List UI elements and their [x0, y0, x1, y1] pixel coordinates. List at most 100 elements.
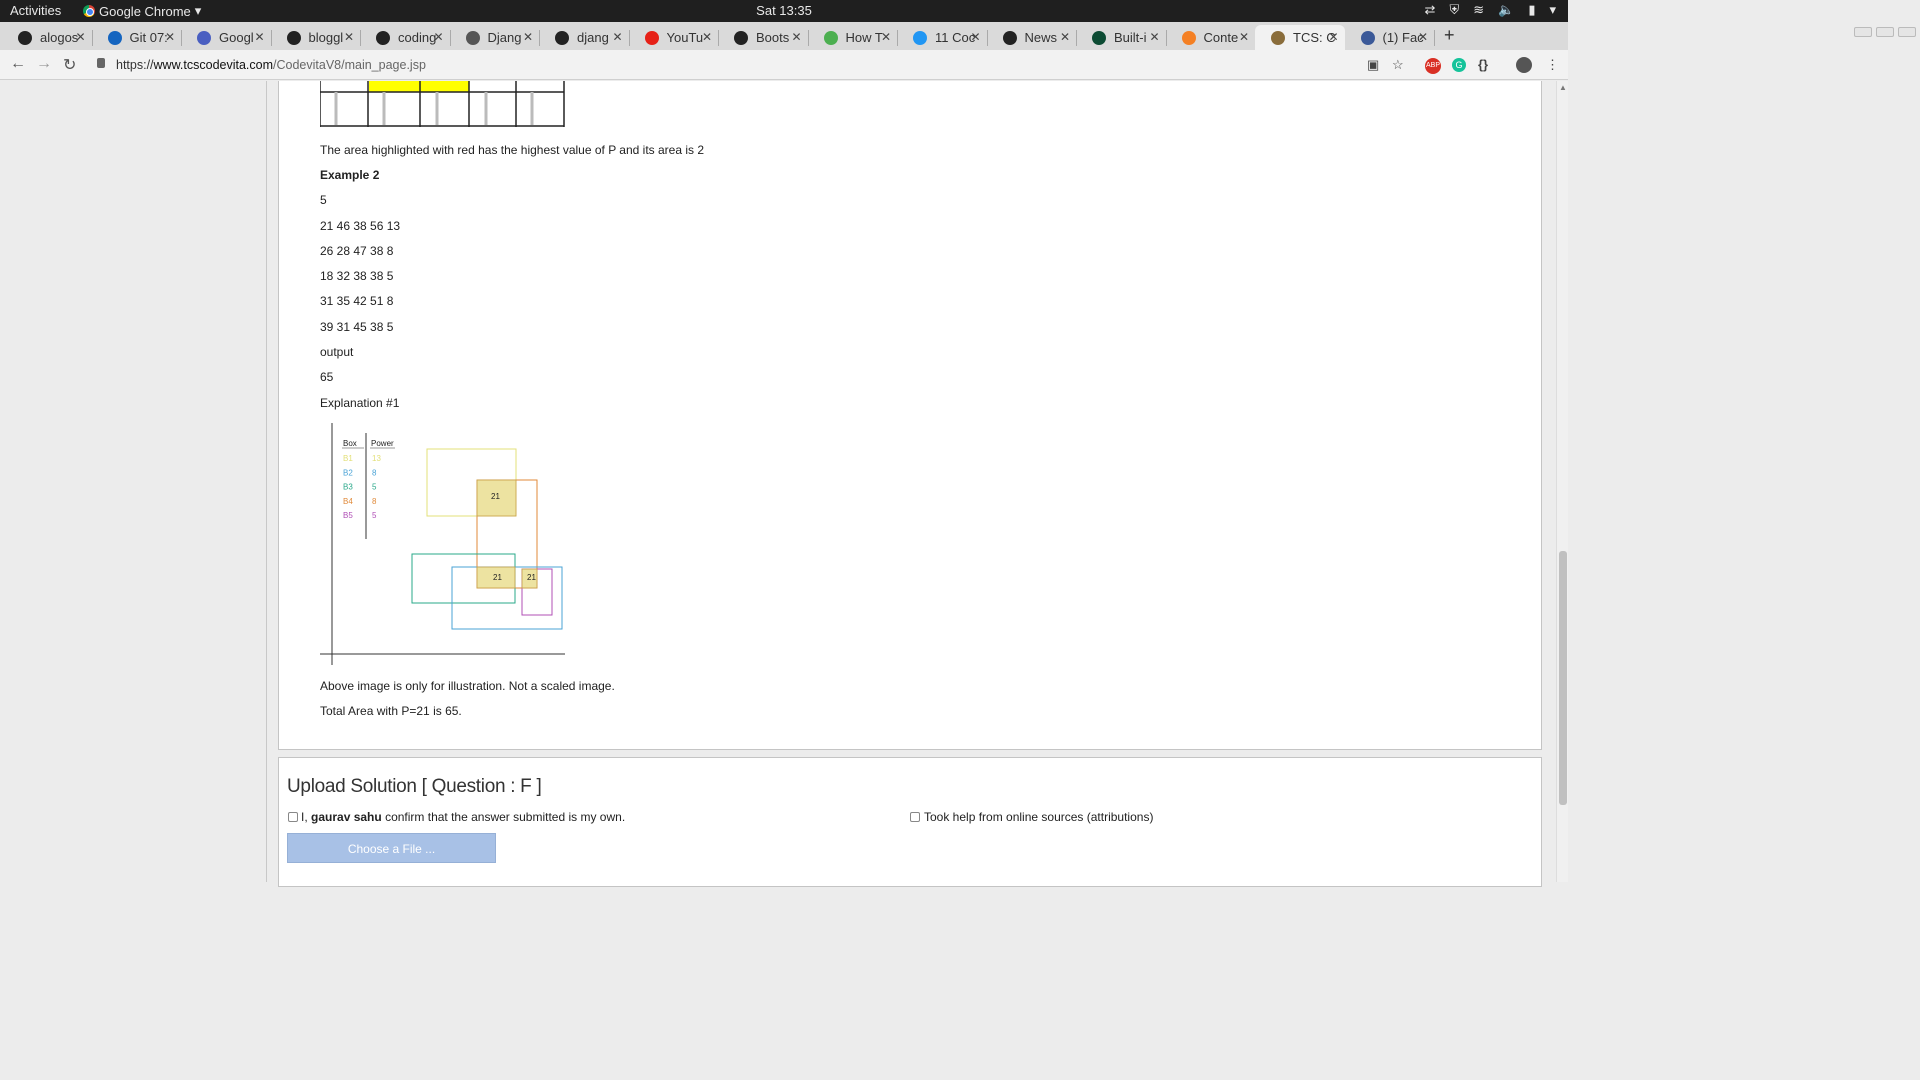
browser-tab[interactable]: Djang ✕ [450, 25, 540, 50]
camera-blocked-icon[interactable]: ▣ [1367, 57, 1379, 73]
close-window-icon[interactable] [1898, 27, 1916, 37]
input-line: 31 35 42 51 8 [320, 294, 394, 308]
browser-tab[interactable]: How T ✕ [808, 25, 898, 50]
browser-tab[interactable]: YouTu ✕ [629, 25, 719, 50]
legend-box-label: B1 [343, 454, 353, 463]
adblock-icon[interactable]: ABP [1425, 58, 1441, 74]
tcs-icon [1271, 30, 1285, 45]
browser-tab[interactable]: bloggl ✕ [271, 25, 361, 50]
close-icon[interactable]: ✕ [1149, 30, 1159, 44]
django-icon [1092, 30, 1106, 45]
clock[interactable]: Sat 13:35 [0, 3, 1568, 18]
browser-tab[interactable]: coding ✕ [360, 25, 451, 50]
reload-icon[interactable]: ↻ [63, 55, 76, 75]
avatar[interactable] [1516, 57, 1532, 73]
grammarly-icon[interactable]: G [1452, 58, 1466, 72]
network-icon: ⇄ [1424, 2, 1436, 17]
explanation-illustration: Box Power B1 13 B2 8 B3 5 B4 8 B5 5 21 21 21 [320, 423, 565, 665]
browser-tab[interactable]: alogos ✕ [2, 25, 93, 50]
close-icon[interactable]: ✕ [702, 30, 712, 44]
browser-tab[interactable]: (1) Fac ✕ [1345, 25, 1435, 50]
close-icon[interactable]: ✕ [970, 30, 980, 44]
page-content: The area highlighted with red has the hi… [0, 81, 1556, 887]
legend-power-value: 13 [372, 454, 381, 463]
choose-file-button[interactable]: Choose a File ... [287, 833, 496, 863]
close-icon[interactable]: ✕ [791, 30, 801, 44]
scroll-up-icon[interactable]: ▲ [1559, 83, 1567, 92]
close-icon[interactable]: ✕ [1418, 30, 1428, 44]
table-icon [465, 30, 480, 45]
browser-tab[interactable]: 11 Coc ✕ [897, 25, 988, 50]
matrix-grid-fragment [320, 81, 565, 127]
browser-tab[interactable]: Conte ✕ [1166, 25, 1256, 50]
volume-icon: 🔈 [1498, 2, 1515, 17]
browser-tab[interactable]: Googl ✕ [181, 25, 272, 50]
legend-power-value: 5 [372, 483, 377, 492]
menu-dots-icon[interactable]: ⋮ [1546, 57, 1559, 73]
tab-strip: alogos ✕ Git 07: ✕ Googl ✕ bloggl ✕ coding ✕ Djang… [0, 22, 1568, 50]
overlap-label: 21 [493, 573, 502, 582]
browser-tab[interactable]: Git 07: ✕ [92, 25, 182, 50]
scrollbar-thumb[interactable] [1559, 551, 1567, 805]
close-icon[interactable]: ✕ [254, 30, 264, 44]
question-panel: The area highlighted with red has the hi… [278, 81, 1542, 750]
github-icon [376, 30, 390, 45]
legend-header-box: Box [343, 439, 357, 448]
codepen-icon [1002, 30, 1017, 45]
close-icon[interactable]: ✕ [523, 30, 533, 44]
close-icon[interactable]: ✕ [433, 30, 443, 44]
browser-toolbar: ← → ↻ https://www.tcscodevita.com/Codevi… [0, 50, 1568, 80]
browser-tab[interactable]: Boots ✕ [718, 25, 809, 50]
lock-icon[interactable] [97, 58, 105, 68]
close-icon[interactable]: ✕ [75, 30, 85, 44]
legend-box-label: B2 [343, 468, 353, 477]
minimize-icon[interactable] [1854, 27, 1872, 37]
left-rail [266, 81, 267, 882]
back-arrow-icon[interactable]: ← [10, 55, 26, 73]
legend-box-label: B3 [343, 483, 353, 492]
output-value: 65 [320, 370, 334, 384]
browser-tab[interactable]: Built-i ✕ [1076, 25, 1167, 50]
user-name: gaurav sahu [311, 810, 382, 824]
wifi-icon: ≋ [1473, 2, 1485, 17]
close-icon[interactable]: ✕ [1060, 30, 1070, 44]
forward-arrow-icon[interactable]: → [36, 55, 52, 73]
page-scrollbar[interactable]: ▲ [1556, 81, 1568, 882]
close-icon[interactable]: ✕ [1328, 30, 1338, 44]
github-icon [18, 30, 32, 45]
maximize-icon[interactable] [1876, 27, 1894, 37]
browser-tab[interactable]: News ✕ [987, 25, 1077, 50]
input-line: 39 31 45 38 5 [320, 320, 394, 334]
browser-tab[interactable]: TCS: C ✕ [1255, 25, 1345, 50]
legend-box-label: B4 [343, 497, 353, 506]
legend-power-value: 8 [372, 468, 377, 477]
area-description: The area highlighted with red has the hi… [320, 143, 705, 157]
online-help-label: Took help from online sources (attributi… [924, 810, 1154, 824]
system-tray[interactable]: ⇄ ⛨ ≋ 🔈 ▮ ▾ [1425, 2, 1556, 18]
github-icon [286, 30, 301, 45]
address-bar[interactable]: https://www.tcscodevita.com/CodevitaV8/m… [116, 58, 426, 72]
legend-header-power: Power [371, 439, 394, 448]
window-controls[interactable] [1854, 27, 1916, 37]
new-tab-button[interactable]: + [1444, 25, 1455, 46]
total-area: Total Area with P=21 is 65. [320, 704, 462, 718]
close-icon[interactable]: ✕ [612, 30, 622, 44]
browser-tab[interactable]: djang ✕ [539, 25, 630, 50]
star-icon[interactable]: ☆ [1392, 57, 1404, 73]
json-formatter-icon[interactable]: {} [1478, 57, 1488, 72]
own-work-checkbox[interactable] [288, 812, 298, 822]
link-icon [107, 30, 122, 45]
own-work-label: I, gaurav sahu confirm that the answer s… [301, 810, 626, 824]
chevron-down-icon: ▾ [1549, 2, 1556, 17]
close-icon[interactable]: ✕ [344, 30, 354, 44]
github-icon [555, 30, 569, 45]
close-icon[interactable]: ✕ [881, 30, 891, 44]
input-line: 26 28 47 38 8 [320, 244, 394, 258]
input-line: 5 [320, 193, 327, 207]
site-icon [913, 30, 927, 45]
upload-panel: Upload Solution [ Question : F ] I, gaur… [278, 757, 1542, 887]
input-line: 21 46 38 56 13 [320, 219, 401, 233]
close-icon[interactable]: ✕ [1239, 30, 1249, 44]
online-help-checkbox[interactable] [910, 812, 920, 822]
close-icon[interactable]: ✕ [165, 30, 175, 44]
